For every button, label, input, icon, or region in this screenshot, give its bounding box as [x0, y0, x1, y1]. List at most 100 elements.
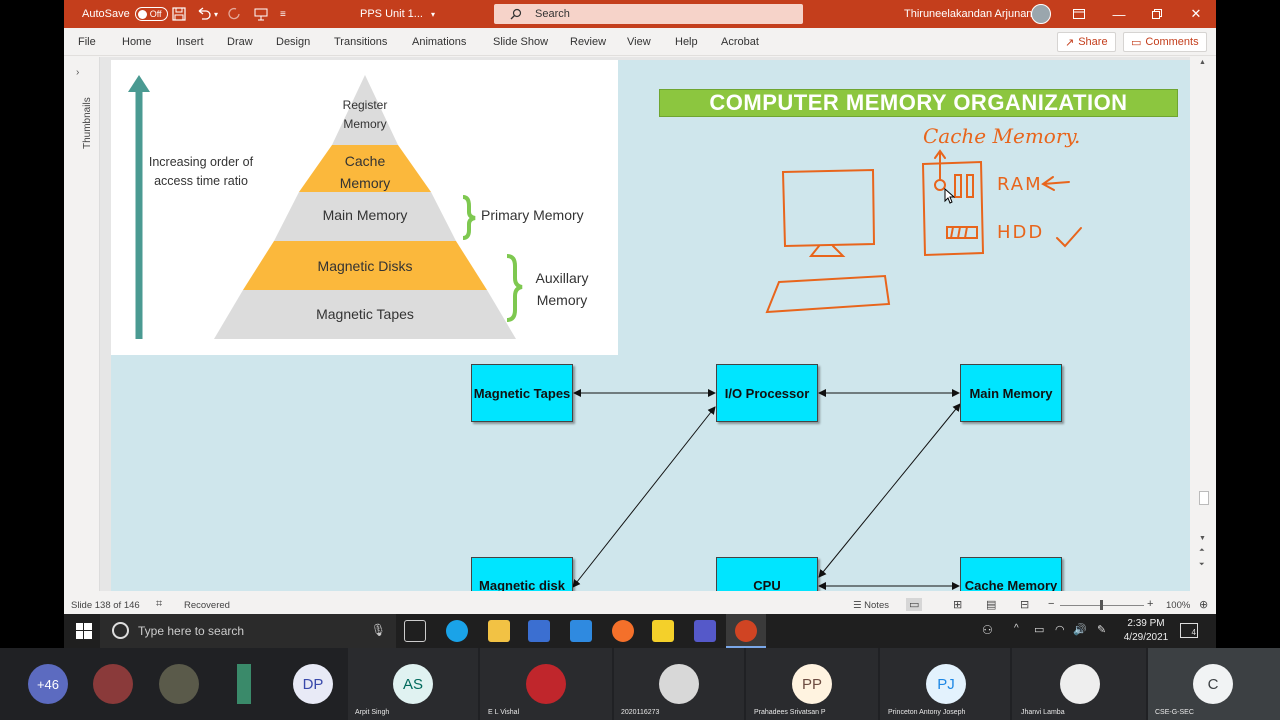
participant-avatar: PJ	[926, 664, 966, 704]
participant-tile[interactable]: DP	[278, 648, 348, 720]
file-explorer-icon[interactable]	[488, 620, 510, 642]
user-name[interactable]: Thiruneelakandan Arjunan	[904, 8, 1032, 20]
edge-icon[interactable]	[446, 620, 468, 642]
chevron-down-icon[interactable]: ▾	[431, 10, 435, 19]
participant-tile[interactable]: PP Prahadees Srivatsan P	[746, 648, 878, 720]
thumbnails-label[interactable]: Thumbnails	[82, 97, 93, 149]
zoom-slider-thumb[interactable]	[1100, 600, 1103, 610]
box-magnetic-disk[interactable]: Magnetic disk	[471, 557, 573, 591]
powerpoint-taskbar-button[interactable]	[726, 614, 766, 648]
zoom-level[interactable]: 100%	[1166, 600, 1190, 611]
slide-sorter-icon[interactable]: ⊞	[953, 598, 962, 611]
participant-avatar: AS	[393, 664, 433, 704]
box-cache-memory[interactable]: Cache Memory	[960, 557, 1062, 591]
mail-icon[interactable]	[570, 620, 592, 642]
autosave-toggle[interactable]: Off	[134, 7, 168, 21]
diagram-connectors	[572, 389, 961, 590]
fit-to-window-icon[interactable]: ⊕	[1199, 598, 1208, 611]
tab-animations[interactable]: Animations	[412, 36, 466, 48]
powerpoint-window: AutoSave Off ▾ ≡ PPS Unit 1... ▾ Search …	[64, 0, 1216, 614]
participant-tile[interactable]	[146, 648, 212, 720]
tab-file[interactable]: File	[78, 36, 96, 48]
wifi-icon[interactable]: ◠	[1055, 623, 1065, 636]
scroll-down-icon[interactable]: ▼	[1199, 535, 1206, 542]
box-io-processor[interactable]: I/O Processor	[716, 364, 818, 422]
pen-icon[interactable]: ✎	[1097, 623, 1106, 636]
tab-slide-show[interactable]: Slide Show	[493, 36, 548, 48]
notes-button[interactable]: ☰ Notes	[853, 600, 889, 611]
more-participants-button[interactable]: +46	[28, 664, 68, 704]
chevron-right-icon[interactable]: ›	[76, 67, 79, 78]
participant-tile[interactable]	[212, 648, 278, 720]
tab-design[interactable]: Design	[276, 36, 310, 48]
participant-tile[interactable]: E L Vishal	[480, 648, 612, 720]
accessibility-icon[interactable]: ⌗	[156, 598, 162, 611]
box-cpu[interactable]: CPU	[716, 557, 818, 591]
tab-view[interactable]: View	[627, 36, 651, 48]
battery-icon[interactable]: ▭	[1034, 623, 1044, 636]
tab-help[interactable]: Help	[675, 36, 698, 48]
tab-insert[interactable]: Insert	[176, 36, 204, 48]
autosave-label: AutoSave	[82, 8, 130, 20]
meeting-participant-strip: +46 DP AS Arpit Singh E L Vishal 2020116…	[0, 648, 1280, 720]
sticky-notes-icon[interactable]	[652, 620, 674, 642]
volume-icon[interactable]: 🔊	[1073, 623, 1087, 636]
participant-tile[interactable]: 2020116273	[614, 648, 744, 720]
participant-tile[interactable]	[80, 648, 146, 720]
redo-icon[interactable]	[228, 0, 242, 28]
normal-view-icon[interactable]: ▭	[906, 598, 923, 611]
close-button[interactable]: ✕	[1177, 0, 1215, 28]
next-slide-icon[interactable]: ⏷	[1199, 561, 1205, 569]
system-clock[interactable]: 2:39 PM 4/29/2021	[1116, 617, 1176, 645]
search-box[interactable]: Search	[494, 4, 803, 24]
participant-avatar	[93, 664, 133, 704]
title-bar: AutoSave Off ▾ ≡ PPS Unit 1... ▾ Search …	[64, 0, 1216, 28]
comments-button[interactable]: ▭ Comments	[1123, 32, 1207, 52]
comment-icon: ▭	[1131, 36, 1142, 49]
store-icon[interactable]	[528, 620, 550, 642]
zoom-in-icon[interactable]: +	[1147, 598, 1153, 610]
search-placeholder: Search	[535, 8, 570, 20]
undo-dropdown-icon[interactable]: ▾	[214, 0, 218, 28]
cpu-main-connector	[818, 403, 961, 578]
microphone-icon[interactable]: 🎙	[371, 623, 386, 637]
box-main-memory[interactable]: Main Memory	[960, 364, 1062, 422]
undo-icon[interactable]	[196, 0, 212, 28]
windows-start-icon[interactable]	[76, 623, 92, 639]
customize-toolbar-icon[interactable]: ≡	[280, 0, 286, 28]
participant-tile[interactable]: Jhanvi Lamba	[1012, 648, 1146, 720]
participant-tile[interactable]: AS Arpit Singh	[348, 648, 478, 720]
tab-review[interactable]: Review	[570, 36, 606, 48]
previous-slide-icon[interactable]: ⏶	[1199, 547, 1205, 555]
notification-center-icon[interactable]: 4	[1180, 623, 1198, 638]
user-avatar[interactable]	[1031, 4, 1051, 24]
slideshow-view-icon[interactable]: ⊟	[1020, 598, 1029, 611]
vertical-scrollbar[interactable]: ▲ ▼ ⏶ ⏷	[1190, 57, 1216, 591]
save-icon[interactable]	[172, 0, 186, 28]
scroll-thumb[interactable]	[1199, 491, 1209, 505]
box-magnetic-tapes[interactable]: Magnetic Tapes	[471, 364, 573, 422]
search-icon	[510, 8, 522, 20]
minimize-button[interactable]: —	[1100, 0, 1138, 28]
ribbon-display-icon[interactable]	[1060, 0, 1098, 28]
taskbar-search[interactable]: Type here to search 🎙	[100, 614, 396, 648]
task-view-icon[interactable]	[404, 620, 426, 642]
share-button[interactable]: ↗ Share	[1057, 32, 1116, 52]
firefox-icon[interactable]	[612, 620, 634, 642]
tab-acrobat[interactable]: Acrobat	[721, 36, 759, 48]
chevron-up-icon[interactable]: ^	[1014, 623, 1019, 634]
scroll-up-icon[interactable]: ▲	[1199, 59, 1206, 66]
participant-tile[interactable]: PJ Princeton Antony Joseph	[880, 648, 1010, 720]
teams-icon[interactable]	[694, 620, 716, 642]
tab-draw[interactable]: Draw	[227, 36, 253, 48]
file-title[interactable]: PPS Unit 1...	[360, 8, 423, 20]
tab-home[interactable]: Home	[122, 36, 151, 48]
slide[interactable]: Register Memory Cache Memory Main Memory…	[111, 60, 1190, 591]
zoom-out-icon[interactable]: −	[1048, 598, 1054, 610]
participant-tile[interactable]: C CSE-G-SEC	[1148, 648, 1280, 720]
presenter-icon[interactable]	[254, 0, 268, 28]
tab-transitions[interactable]: Transitions	[334, 36, 387, 48]
reading-view-icon[interactable]: ▤	[986, 598, 996, 611]
people-icon[interactable]: ⚇	[982, 623, 993, 637]
restore-button[interactable]	[1138, 0, 1176, 28]
